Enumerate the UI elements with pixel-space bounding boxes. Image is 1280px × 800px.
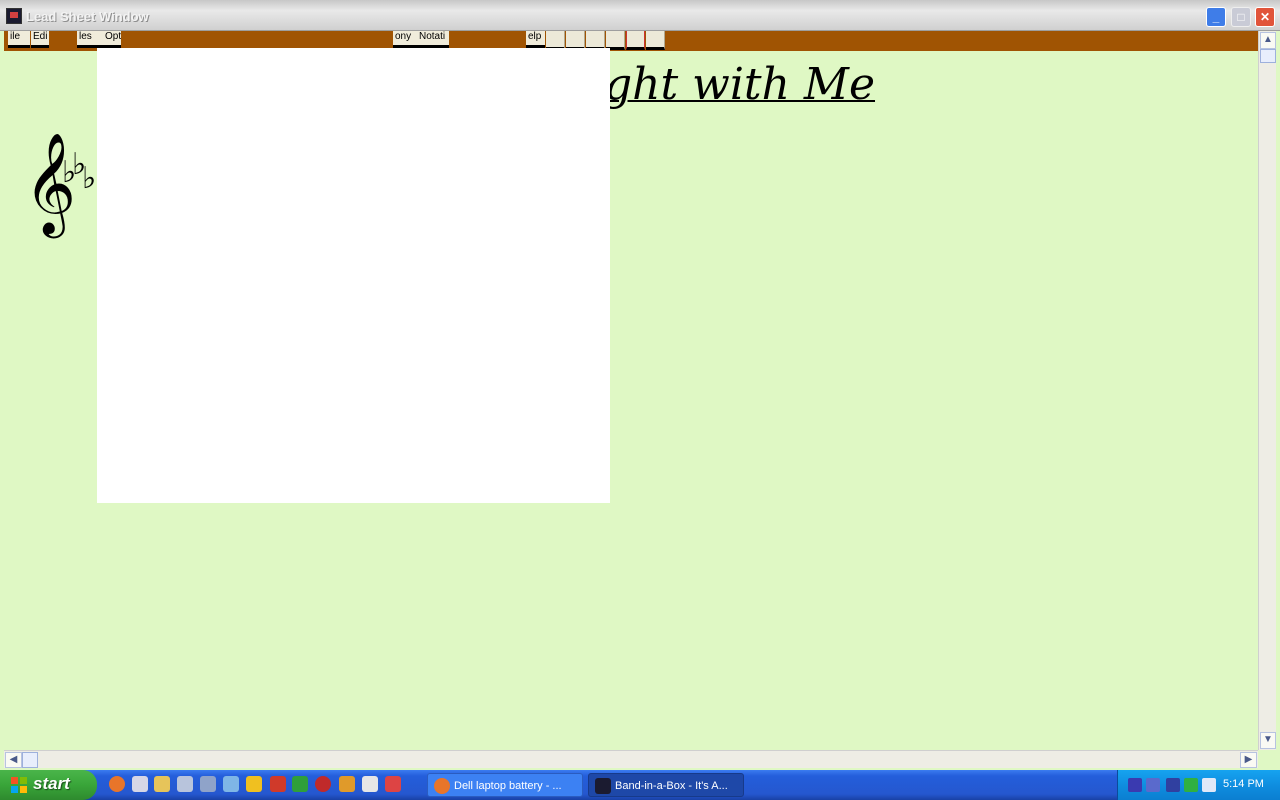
scroll-left-arrow-icon[interactable]: ◀ bbox=[5, 752, 22, 768]
taskbar-button-firefox[interactable]: Dell laptop battery - ... bbox=[427, 773, 583, 797]
clock: 5:14 PM bbox=[1223, 778, 1264, 790]
menu-notation[interactable]: Notati bbox=[417, 31, 449, 48]
calculator-icon[interactable] bbox=[270, 776, 286, 792]
menu-harmony[interactable]: ony bbox=[393, 31, 417, 48]
minimize-button[interactable]: _ bbox=[1206, 7, 1226, 27]
wand-icon[interactable] bbox=[246, 776, 262, 792]
folder-icon[interactable] bbox=[154, 776, 170, 792]
firefox-icon bbox=[434, 778, 450, 794]
window-title: Lead Sheet Window bbox=[26, 9, 149, 24]
horizontal-scrollbar[interactable]: ◀ ▶ bbox=[4, 750, 1258, 768]
flag-icon[interactable] bbox=[385, 776, 401, 792]
vertical-scrollbar[interactable]: ▲ ▼ bbox=[1258, 31, 1276, 750]
wireless-icon[interactable] bbox=[1184, 778, 1198, 792]
maximize-button[interactable]: □ bbox=[1231, 7, 1251, 27]
music-notes-icon[interactable] bbox=[200, 776, 216, 792]
start-button[interactable]: start bbox=[0, 770, 97, 800]
flat-icon: ♭ bbox=[82, 161, 97, 196]
title-bar[interactable]: Lead Sheet Window _ □ ✕ bbox=[0, 0, 1280, 31]
menu-file[interactable]: ile bbox=[8, 31, 30, 48]
task-label: Band-in-a-Box - It's A... bbox=[615, 780, 728, 792]
lead-sheet-window: Lead Sheet Window _ □ ✕ ile Edi les Opt … bbox=[0, 0, 1280, 770]
band-in-a-box-icon bbox=[6, 8, 22, 24]
mail-icon[interactable] bbox=[1202, 778, 1216, 792]
toolbar-button-5[interactable] bbox=[626, 31, 645, 50]
song-title: ght with Me bbox=[604, 59, 876, 110]
windows-logo-icon bbox=[11, 777, 27, 793]
chart-icon[interactable] bbox=[292, 776, 308, 792]
app-badge-icon[interactable] bbox=[315, 776, 331, 792]
media-icon[interactable] bbox=[339, 776, 355, 792]
tray-network-icon[interactable] bbox=[1146, 778, 1160, 792]
system-tray: 5:14 PM bbox=[1117, 770, 1280, 800]
band-in-a-box-icon bbox=[595, 778, 611, 794]
scroll-down-arrow-icon[interactable]: ▼ bbox=[1260, 732, 1276, 749]
menu-styles[interactable]: les bbox=[77, 31, 103, 48]
blank-popup-panel bbox=[97, 48, 610, 503]
menu-options[interactable]: Opt bbox=[103, 31, 121, 48]
taskbar-button-band-in-a-box[interactable]: Band-in-a-Box - It's A... bbox=[588, 773, 744, 797]
menu-help[interactable]: elp bbox=[526, 31, 545, 48]
battery-icon[interactable] bbox=[1166, 778, 1180, 792]
close-button[interactable]: ✕ bbox=[1255, 7, 1275, 27]
vertical-scroll-thumb[interactable] bbox=[1260, 49, 1276, 63]
toolbar-button-6[interactable] bbox=[646, 31, 665, 50]
start-label: start bbox=[33, 774, 70, 793]
menu-edit[interactable]: Edi bbox=[31, 31, 49, 48]
scroll-right-arrow-icon[interactable]: ▶ bbox=[1240, 752, 1257, 768]
window-icon[interactable] bbox=[177, 776, 193, 792]
task-label: Dell laptop battery - ... bbox=[454, 780, 562, 792]
show-desktop-icon[interactable] bbox=[132, 776, 148, 792]
document-icon[interactable] bbox=[223, 776, 239, 792]
keyboard-icon[interactable] bbox=[362, 776, 378, 792]
firefox-icon[interactable] bbox=[109, 776, 125, 792]
horizontal-scroll-thumb[interactable] bbox=[22, 752, 38, 768]
tray-app-icon[interactable] bbox=[1128, 778, 1142, 792]
scroll-up-arrow-icon[interactable]: ▲ bbox=[1260, 32, 1276, 49]
